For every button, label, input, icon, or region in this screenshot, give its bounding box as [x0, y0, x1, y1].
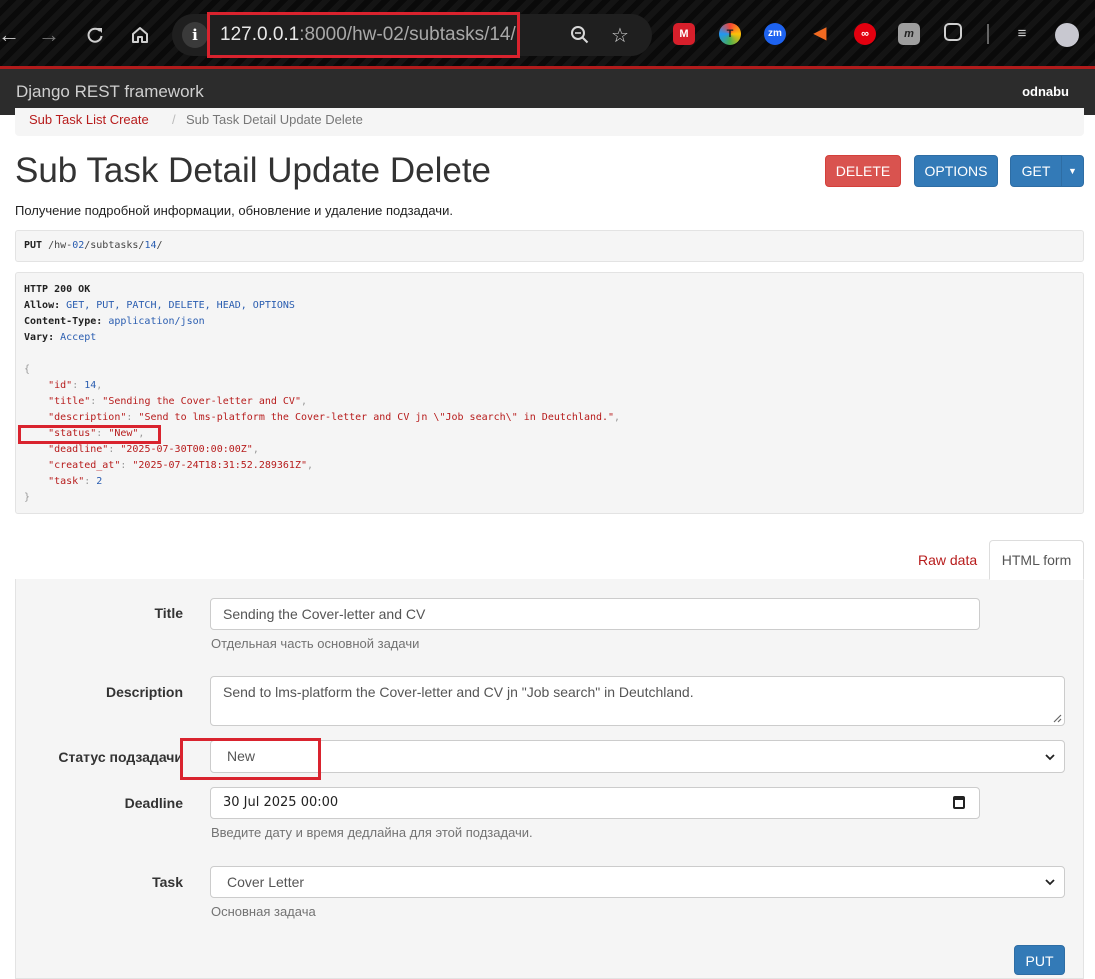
response-info: HTTP 200 OK Allow: GET, PUT, PATCH, DELE…	[15, 272, 1084, 514]
title-help-text: Отдельная часть основной задачи	[211, 636, 420, 651]
title-input[interactable]: Sending the Cover-letter and CV	[210, 598, 980, 630]
url-highlight-box	[207, 12, 520, 58]
page-title: Sub Task Detail Update Delete	[15, 151, 492, 190]
status-select[interactable]: New	[210, 740, 1065, 773]
brand-link[interactable]: Django REST framework	[16, 82, 204, 102]
tab-raw-data[interactable]: Raw data	[918, 552, 977, 568]
response-header-allow: Allow: GET, PUT, PATCH, DELETE, HEAD, OP…	[24, 300, 295, 311]
request-info: PUT /hw-02/subtasks/14/	[15, 230, 1084, 262]
view-description: Получение подробной информации, обновлен…	[15, 203, 453, 218]
toolbar-divider	[987, 24, 989, 44]
json-field-task: "task": 2	[48, 476, 103, 487]
megaphone-icon[interactable]: ◀	[809, 23, 831, 45]
options-button[interactable]: OPTIONS	[914, 155, 998, 187]
bookmark-star-icon[interactable]: ☆	[611, 23, 629, 48]
reload-icon[interactable]	[80, 20, 110, 50]
chevron-down-icon	[1045, 753, 1055, 760]
description-label: Description	[105, 684, 183, 700]
breadcrumb-parent-link[interactable]: Sub Task List Create	[29, 112, 149, 127]
deadline-label: Deadline	[124, 795, 183, 811]
user-menu[interactable]: odnabu	[1022, 84, 1069, 99]
response-header-vary: Vary: Accept	[24, 332, 97, 343]
breadcrumb: Sub Task List Create / Sub Task Detail U…	[15, 108, 1084, 136]
forward-icon[interactable]: →	[34, 20, 64, 50]
json-open-brace: {	[24, 364, 31, 375]
reading-list-icon[interactable]: ≡	[1011, 23, 1033, 45]
description-textarea[interactable]: Send to lms-platform the Cover-letter an…	[210, 676, 1065, 726]
deadline-help-text: Введите дату и время дедлайна для этой п…	[211, 825, 533, 840]
put-button[interactable]: PUT	[1014, 945, 1065, 975]
response-header-content-type: Content-Type: application/json	[24, 316, 205, 327]
status-label: Статус подзадачи	[58, 749, 183, 765]
json-close-brace: }	[24, 492, 31, 503]
task-label: Task	[152, 874, 183, 890]
infinity-icon[interactable]: ∞	[854, 23, 876, 45]
site-info-icon[interactable]: i	[182, 22, 208, 48]
browser-toolbar: ← → i 127.0.0.1:8000/hw-02/subtasks/14/ …	[0, 0, 1095, 66]
json-field-deadline: "deadline": "2025-07-30T00:00:00Z",	[48, 444, 259, 455]
deadline-input[interactable]: 30 Jul 2025 00:00	[210, 787, 980, 819]
caret-down-icon: ▼	[1068, 166, 1077, 176]
task-selected-value: Cover Letter	[227, 874, 305, 890]
status-highlight-box	[18, 425, 161, 444]
back-icon[interactable]: ←	[0, 20, 24, 50]
breadcrumb-current: Sub Task Detail Update Delete	[186, 112, 363, 127]
json-field-description: "description": "Send to lms-platform the…	[48, 412, 621, 423]
deadline-value: 30 Jul 2025 00:00	[223, 795, 339, 810]
avatar[interactable]	[1055, 23, 1079, 47]
task-select[interactable]: Cover Letter	[210, 866, 1065, 898]
status-select-highlight-box	[180, 738, 321, 780]
html-form-panel	[15, 579, 1084, 979]
breadcrumb-separator: /	[172, 112, 176, 127]
calendar-icon[interactable]	[953, 796, 965, 809]
json-field-title: "title": "Sending the Cover-letter and C…	[48, 396, 308, 407]
get-button[interactable]: GET	[1010, 155, 1062, 187]
address-bar[interactable]: i 127.0.0.1:8000/hw-02/subtasks/14/ ☆	[172, 12, 652, 58]
chevron-down-icon	[1045, 879, 1055, 886]
json-field-id: "id": 14,	[48, 380, 103, 391]
get-format-dropdown[interactable]: ▼	[1061, 155, 1084, 187]
delete-button[interactable]: DELETE	[825, 155, 901, 187]
zm-icon[interactable]: zm	[764, 23, 786, 45]
mendeley-icon[interactable]: M	[673, 23, 695, 45]
m-icon[interactable]: m	[898, 23, 920, 45]
task-help-text: Основная задача	[211, 904, 316, 919]
request-method: PUT	[24, 240, 43, 251]
t-icon[interactable]: T	[719, 23, 741, 45]
home-icon[interactable]	[125, 20, 155, 50]
title-label: Title	[154, 605, 183, 621]
tab-html-form[interactable]: HTML form	[989, 540, 1084, 580]
json-field-created-at: "created_at": "2025-07-24T18:31:52.28936…	[48, 460, 314, 471]
resize-handle-icon[interactable]	[1052, 713, 1062, 723]
request-path: /hw-02/subtasks/14/	[48, 240, 163, 251]
puzzle-icon[interactable]	[944, 23, 962, 41]
zoom-icon[interactable]	[570, 23, 590, 51]
response-status: HTTP 200 OK	[24, 284, 91, 295]
description-text: Send to lms-platform the Cover-letter an…	[223, 684, 694, 700]
